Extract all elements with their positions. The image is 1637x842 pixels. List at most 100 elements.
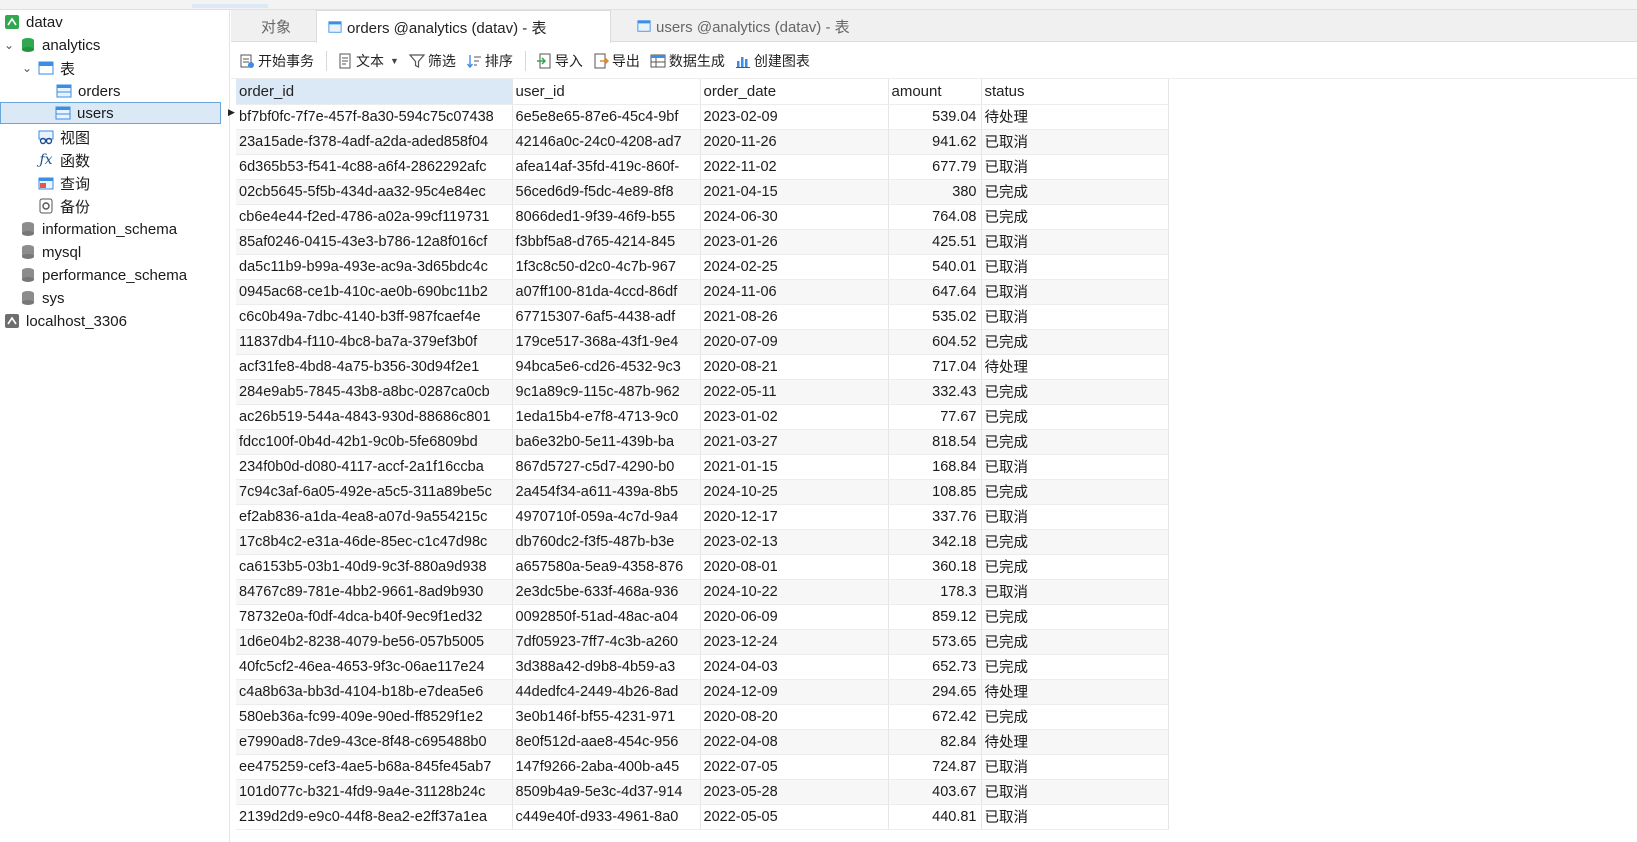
cell-order-id[interactable]: 1d6e04b2-8238-4079-be56-057b5005 <box>236 629 513 655</box>
cell-order-id[interactable]: e7990ad8-7de9-43ce-8f48-c695488b0 <box>236 729 513 755</box>
cell-status[interactable]: 已取消 <box>981 504 1169 530</box>
cell-status[interactable]: 已完成 <box>981 654 1169 680</box>
cell-order-id[interactable]: 11837db4-f110-4bc8-ba7a-379ef3b0f <box>236 329 513 355</box>
cell-order-id[interactable]: acf31fe8-4bd8-4a75-b356-30d94f2e1 <box>236 354 513 380</box>
cell-status[interactable]: 待处理 <box>981 729 1169 755</box>
cell-amount[interactable]: 342.18 <box>888 529 982 555</box>
cell-status[interactable]: 已完成 <box>981 554 1169 580</box>
cell-order-id[interactable]: 2139d2d9-e9c0-44f8-8ea2-e2ff37a1ea <box>236 804 513 830</box>
cell-order-date[interactable]: 2020-07-09 <box>700 329 889 355</box>
cell-order-id[interactable]: 6d365b53-f541-4c88-a6f4-2862292afc <box>236 154 513 180</box>
table-row[interactable]: 101d077c-b321-4fd9-9a4e-31128b24c 8509b4a… <box>236 779 1169 805</box>
cell-order-date[interactable]: 2024-10-22 <box>700 579 889 605</box>
cell-order-id[interactable]: 40fc5cf2-46ea-4653-9f3c-06ae117e24 <box>236 654 513 680</box>
cell-amount[interactable]: 647.64 <box>888 279 982 305</box>
cell-status[interactable]: 已完成 <box>981 529 1169 555</box>
cell-user-id[interactable]: 1f3c8c50-d2c0-4c7b-967 <box>512 254 701 280</box>
chevron-down-icon[interactable]: ⌄ <box>20 61 34 75</box>
table-row[interactable]: 284e9ab5-7845-43b8-a8bc-0287ca0cb 9c1a89c… <box>236 379 1169 405</box>
tree-item-views[interactable]: 视图 <box>38 126 90 148</box>
cell-status[interactable]: 已完成 <box>981 204 1169 230</box>
cell-order-date[interactable]: 2020-08-20 <box>700 704 889 730</box>
cell-order-id[interactable]: ef2ab836-a1da-4ea8-a07d-9a554215c <box>236 504 513 530</box>
cell-order-id[interactable]: c4a8b63a-bb3d-4104-b18b-e7dea5e6 <box>236 679 513 705</box>
cell-user-id[interactable]: 867d5727-c5d7-4290-b0 <box>512 454 701 480</box>
table-row[interactable]: ca6153b5-03b1-40d9-9c3f-880a9d938 a657580… <box>236 554 1169 580</box>
cell-order-date[interactable]: 2021-03-27 <box>700 429 889 455</box>
table-row[interactable]: 85af0246-0415-43e3-b786-12a8f016cf f3bbf5… <box>236 229 1169 255</box>
table-row[interactable]: 7c94c3af-6a05-492e-a5c5-311a89be5c 2a454f… <box>236 479 1169 505</box>
cell-user-id[interactable]: 0092850f-51ad-48ac-a04 <box>512 604 701 630</box>
tree-item-connection-datav[interactable]: datav <box>4 11 63 33</box>
cell-user-id[interactable]: 8509b4a9-5e3c-4d37-914 <box>512 779 701 805</box>
cell-amount[interactable]: 82.84 <box>888 729 982 755</box>
cell-order-id[interactable]: da5c11b9-b99a-493e-ac9a-3d65bdc4c <box>236 254 513 280</box>
cell-status[interactable]: 已完成 <box>981 629 1169 655</box>
cell-user-id[interactable]: 147f9266-2aba-400b-a45 <box>512 754 701 780</box>
cell-order-date[interactable]: 2021-01-15 <box>700 454 889 480</box>
cell-amount[interactable]: 604.52 <box>888 329 982 355</box>
tab-objects[interactable]: 对象 <box>251 10 321 42</box>
cell-amount[interactable]: 108.85 <box>888 479 982 505</box>
cell-amount[interactable]: 539.04 <box>888 104 982 130</box>
cell-order-id[interactable]: 7c94c3af-6a05-492e-a5c5-311a89be5c <box>236 479 513 505</box>
tree-item-database-sys[interactable]: sys <box>20 287 65 309</box>
cell-order-id[interactable]: ac26b519-544a-4843-930d-88686c801 <box>236 404 513 430</box>
cell-amount[interactable]: 440.81 <box>888 804 982 830</box>
cell-order-date[interactable]: 2024-04-03 <box>700 654 889 680</box>
table-row[interactable]: 580eb36a-fc99-409e-90ed-ff8529f1e2 3e0b14… <box>236 704 1169 730</box>
column-header-order-id[interactable]: order_id <box>236 79 513 105</box>
cell-status[interactable]: 已完成 <box>981 404 1169 430</box>
cell-status[interactable]: 待处理 <box>981 104 1169 130</box>
table-row[interactable]: 40fc5cf2-46ea-4653-9f3c-06ae117e24 3d388a… <box>236 654 1169 680</box>
table-row[interactable]: ee475259-cef3-4ae5-b68a-845fe45ab7 147f92… <box>236 754 1169 780</box>
cell-status[interactable]: 待处理 <box>981 354 1169 380</box>
cell-order-date[interactable]: 2022-05-05 <box>700 804 889 830</box>
cell-user-id[interactable]: 67715307-6af5-4438-adf <box>512 304 701 330</box>
cell-order-date[interactable]: 2023-02-09 <box>700 104 889 130</box>
cell-user-id[interactable]: 2e3dc5be-633f-468a-936 <box>512 579 701 605</box>
cell-status[interactable]: 已完成 <box>981 479 1169 505</box>
tree-item-database-performance-schema[interactable]: performance_schema <box>20 264 187 286</box>
table-row[interactable]: fdcc100f-0b4d-42b1-9c0b-5fe6809bd ba6e32b… <box>236 429 1169 455</box>
tab-orders-table[interactable]: orders @analytics (datav) - 表 <box>316 10 611 43</box>
cell-order-date[interactable]: 2020-08-21 <box>700 354 889 380</box>
create-chart-button[interactable]: 创建图表 <box>735 48 810 74</box>
cell-amount[interactable]: 677.79 <box>888 154 982 180</box>
cell-order-id[interactable]: 101d077c-b321-4fd9-9a4e-31128b24c <box>236 779 513 805</box>
cell-order-date[interactable]: 2022-04-08 <box>700 729 889 755</box>
cell-amount[interactable]: 332.43 <box>888 379 982 405</box>
cell-user-id[interactable]: 8e0f512d-aae8-454c-956 <box>512 729 701 755</box>
cell-order-date[interactable]: 2024-02-25 <box>700 254 889 280</box>
cell-user-id[interactable]: 94bca5e6-cd26-4532-9c3 <box>512 354 701 380</box>
cell-amount[interactable]: 724.87 <box>888 754 982 780</box>
cell-user-id[interactable]: a07ff100-81da-4ccd-86df <box>512 279 701 305</box>
tab-users-table[interactable]: users @analytics (datav) - 表 <box>626 10 896 42</box>
cell-amount[interactable]: 573.65 <box>888 629 982 655</box>
cell-status[interactable]: 已取消 <box>981 454 1169 480</box>
cell-status[interactable]: 已取消 <box>981 254 1169 280</box>
text-view-button[interactable]: 文本 ▼ <box>337 48 399 74</box>
filter-button[interactable]: 筛选 <box>408 48 456 74</box>
cell-order-date[interactable]: 2023-12-24 <box>700 629 889 655</box>
cell-user-id[interactable]: ba6e32b0-5e11-439b-ba <box>512 429 701 455</box>
table-row[interactable]: 2139d2d9-e9c0-44f8-8ea2-e2ff37a1ea c449e4… <box>236 804 1169 830</box>
export-button[interactable]: 导出 <box>593 48 640 74</box>
cell-order-id[interactable]: c6c0b49a-7dbc-4140-b3ff-987fcaef4e <box>236 304 513 330</box>
cell-order-date[interactable]: 2020-08-01 <box>700 554 889 580</box>
cell-user-id[interactable]: 6e5e8e65-87e6-45c4-9bf <box>512 104 701 130</box>
cell-amount[interactable]: 178.3 <box>888 579 982 605</box>
cell-user-id[interactable]: afea14af-35fd-419c-860f- <box>512 154 701 180</box>
import-button[interactable]: 导入 <box>536 48 583 74</box>
column-header-status[interactable]: status <box>981 79 1169 105</box>
column-header-user-id[interactable]: user_id <box>512 79 701 105</box>
cell-order-date[interactable]: 2022-07-05 <box>700 754 889 780</box>
cell-amount[interactable]: 540.01 <box>888 254 982 280</box>
cell-status[interactable]: 已取消 <box>981 129 1169 155</box>
cell-status[interactable]: 已完成 <box>981 429 1169 455</box>
navigation-tree[interactable]: datav ⌄ analytics ⌄ 表 orders users 视图 ƒx… <box>0 10 230 842</box>
cell-user-id[interactable]: 42146a0c-24c0-4208-ad7 <box>512 129 701 155</box>
cell-user-id[interactable]: 8066ded1-9f39-46f9-b55 <box>512 204 701 230</box>
cell-status[interactable]: 已取消 <box>981 154 1169 180</box>
table-row[interactable]: c6c0b49a-7dbc-4140-b3ff-987fcaef4e 677153… <box>236 304 1169 330</box>
